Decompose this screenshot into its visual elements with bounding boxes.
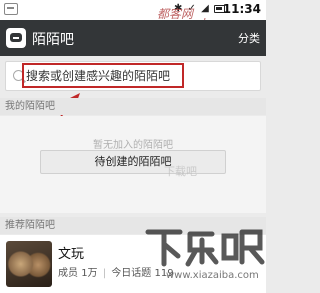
category-button[interactable]: 分类 (238, 30, 260, 46)
bar-name: 文玩 (58, 247, 85, 262)
watermark-logo (145, 229, 265, 267)
status-time: 11:34 (222, 2, 261, 16)
stats-divider: | (102, 268, 107, 279)
watermark-url: www.xiazaiba.com (166, 270, 259, 281)
notification-icon (4, 3, 18, 15)
my-bars-section-header: 我的陌陌吧 (0, 98, 266, 115)
members-label: 成员 (58, 268, 78, 279)
members-value: 1万 (81, 268, 98, 279)
page-title: 陌陌吧 (32, 32, 74, 48)
momo-chat-icon[interactable] (6, 28, 26, 48)
bar-avatar (6, 241, 52, 287)
title-bar: 陌陌吧 分类 (0, 20, 266, 56)
watermark-mid: 下载吧 (164, 165, 197, 178)
pending-bars-button[interactable]: 待创建的陌陌吧 (40, 150, 226, 174)
my-bars-panel: 暂无加入的陌陌吧 待创建的陌陌吧 (0, 116, 266, 213)
search-input[interactable]: 搜索或创建感兴趣的陌陌吧 (26, 67, 170, 84)
today-topics-label: 今日话题 (111, 268, 152, 279)
empty-text: 暂无加入的陌陌吧 (93, 140, 173, 151)
